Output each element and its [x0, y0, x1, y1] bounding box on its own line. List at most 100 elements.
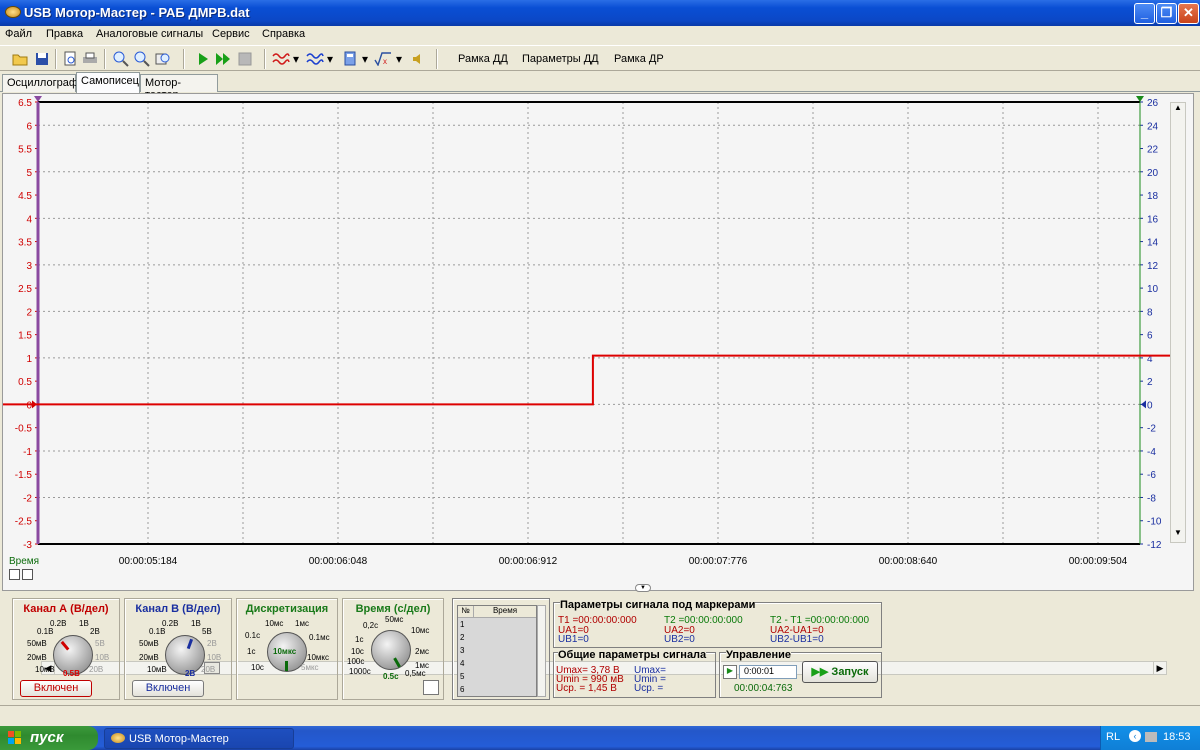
tab-oscilloscope[interactable]: Осциллограф — [2, 74, 78, 92]
language-indicator[interactable]: RL — [1106, 731, 1120, 743]
y-tick-left: 2.5 — [18, 284, 32, 295]
maximize-button[interactable]: ❐ — [1156, 3, 1177, 24]
play-icon[interactable] — [194, 50, 212, 67]
table-scrollbar[interactable] — [537, 605, 546, 697]
knob-pointer — [60, 640, 70, 651]
ucp-b: Ucp. = — [634, 683, 664, 694]
y-tick-left: 3.5 — [18, 238, 32, 249]
knob-pointer — [285, 661, 288, 671]
dial-label: 50мс — [385, 615, 404, 624]
zoom-y-button[interactable] — [22, 569, 33, 580]
menu-edit[interactable]: Правка — [46, 28, 83, 40]
y-tick-left: -1.5 — [15, 470, 33, 481]
close-button[interactable]: ✕ — [1178, 3, 1199, 24]
zoom-x-button[interactable] — [9, 569, 20, 580]
y-tick-right: 14 — [1147, 238, 1159, 249]
dial-label: 1с — [247, 647, 256, 656]
dial-label: 50мВ — [139, 639, 159, 648]
status-bar — [0, 705, 1200, 725]
save-icon[interactable] — [33, 50, 51, 67]
menu-analog[interactable]: Аналоговые сигналы — [96, 28, 203, 40]
dropdown-arrow-icon[interactable]: ▾ — [360, 50, 370, 67]
taskbar-app-button[interactable]: USB Мотор-Мастер — [104, 728, 294, 749]
zoom-fit-icon[interactable] — [154, 50, 172, 67]
dropdown-arrow-icon[interactable]: ▾ — [394, 50, 404, 67]
params-dd-button[interactable]: Параметры ДД — [522, 53, 599, 65]
collapse-panel-icon[interactable]: ▼ — [635, 584, 651, 592]
menu-bar: Файл Правка Аналоговые сигналы Сервис Сп… — [0, 26, 1200, 44]
control-play-icon[interactable]: ▶ — [723, 665, 737, 679]
recorder-plot[interactable]: 6.5 6 5.5 5 4.5 4 3.5 3 2.5 2 1.5 1 0.5 0 -0.5 -1 -1.5 -2… — [2, 93, 1194, 675]
y-tick-left: 4.5 — [18, 191, 32, 202]
dial-label: 5В — [202, 627, 212, 636]
general-params-group: Общие параметры сигнала Umax= 3,78 В Umi… — [553, 649, 716, 698]
title-bar: USB Мотор-Мастер - РАБ ДМРВ.dat _ ❐ ✕ — [0, 0, 1200, 26]
time-zoom-icon[interactable] — [423, 680, 439, 695]
y-tick-left: 5 — [26, 168, 32, 179]
channel-a-wave-icon[interactable] — [272, 50, 290, 67]
table-row: 5 — [460, 672, 465, 681]
formula-icon[interactable]: x — [374, 50, 392, 67]
interval-spinner[interactable]: 0:00:01 — [739, 665, 797, 679]
knob-pointer — [186, 638, 194, 650]
start-button[interactable]: ▶▶ Запуск — [802, 661, 878, 683]
dropdown-arrow-icon[interactable]: ▾ — [325, 50, 335, 67]
y-tick-left: 0.5 — [18, 377, 32, 388]
frame-dr-button[interactable]: Рамка ДР — [614, 53, 664, 65]
tray-expand-icon[interactable]: ‹ — [1129, 730, 1141, 742]
menu-file[interactable]: Файл — [5, 28, 32, 40]
open-folder-icon[interactable] — [11, 50, 29, 67]
channel-a-enable-button[interactable]: Включен — [20, 680, 92, 697]
menu-help[interactable]: Справка — [262, 28, 305, 40]
volume-icon[interactable] — [1145, 732, 1157, 742]
y-tick-right: -12 — [1147, 540, 1162, 551]
y-tick-right: 20 — [1147, 168, 1159, 179]
fast-forward-icon[interactable] — [214, 50, 232, 67]
stop-icon[interactable] — [236, 50, 254, 67]
print-icon[interactable] — [81, 50, 99, 67]
time-knob[interactable] — [371, 630, 411, 670]
control-group: Управление ▶ 0:00:01 00:00:04:763 ▶▶ Зап… — [719, 649, 882, 698]
menu-service[interactable]: Сервис — [212, 28, 250, 40]
tab-recorder[interactable]: Самописец — [76, 72, 140, 93]
control-title: Управление — [726, 649, 792, 661]
dial-label: 0,2с — [363, 621, 379, 630]
channel-b-wave-icon[interactable] — [306, 50, 324, 67]
y-tick-left: 1 — [26, 354, 32, 365]
marker-table-body[interactable]: № Время 1 2 3 4 5 6 — [457, 605, 537, 697]
dial-label: 20мВ — [27, 653, 47, 662]
sound-icon[interactable] — [409, 50, 427, 67]
vertical-scrollbar[interactable]: ▲ ▼ — [1170, 102, 1186, 543]
app-window: USB Мотор-Мастер - РАБ ДМРВ.dat _ ❐ ✕ Фа… — [0, 0, 1200, 726]
dial-label: 1мс — [295, 619, 309, 628]
print-preview-icon[interactable] — [61, 50, 79, 67]
chart-svg: 6.5 6 5.5 5 4.5 4 3.5 3 2.5 2 1.5 1 0.5 0 -0.5 -1 -1.5 -2… — [3, 96, 1186, 567]
channel-b-group: Канал В (В/дел) 0.2В 1В 0.1В 5В 50мВ 2В … — [124, 598, 232, 700]
elapsed-time: 00:00:04:763 — [734, 683, 793, 694]
x-tick-label: 00:00:06:048 — [309, 556, 368, 567]
dial-label: 10с — [351, 647, 364, 656]
sampling-group: Дискретизация 10мс 1мс 0.1с 0.1мс 1с 10м… — [236, 598, 338, 700]
y-tick-right: 12 — [1147, 261, 1159, 272]
start-button[interactable]: пуск — [0, 726, 98, 750]
dropdown-arrow-icon[interactable]: ▾ — [291, 50, 301, 67]
toolbar-separator — [436, 49, 438, 69]
tab-strip: Осциллограф Самописец Мотор-тестер — [0, 72, 1200, 101]
app-icon — [111, 733, 125, 743]
scroll-down-arrow[interactable]: ▼ — [1171, 528, 1185, 542]
zoom-out-icon[interactable] — [133, 50, 151, 67]
y-tick-right: 10 — [1147, 284, 1159, 295]
minimize-button[interactable]: _ — [1134, 3, 1155, 24]
dial-label: 2мс — [415, 647, 429, 656]
frame-dd-button[interactable]: Рамка ДД — [458, 53, 508, 65]
y-tick-right: 18 — [1147, 191, 1159, 202]
calculator-icon[interactable] — [341, 50, 359, 67]
dial-label: 0.1В — [149, 627, 166, 636]
y-tick-right: 2 — [1147, 377, 1153, 388]
scroll-up-arrow[interactable]: ▲ — [1171, 103, 1185, 117]
start-button-label: Запуск — [831, 666, 869, 678]
zoom-in-icon[interactable] — [112, 50, 130, 67]
channel-b-enable-button[interactable]: Включен — [132, 680, 204, 697]
dial-label: 10В — [207, 653, 222, 662]
tab-motor-tester[interactable]: Мотор-тестер — [140, 74, 218, 101]
